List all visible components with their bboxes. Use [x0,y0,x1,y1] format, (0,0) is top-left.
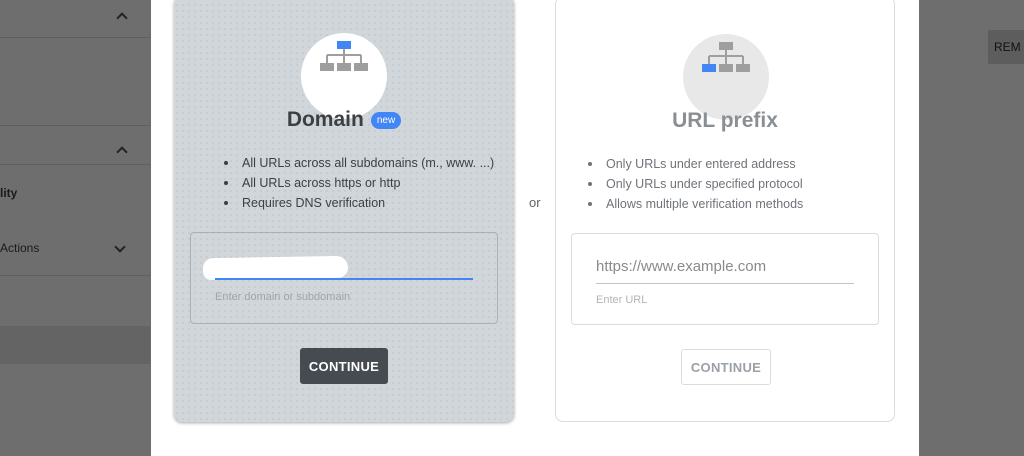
background-row-actions: Actions [0,230,150,276]
background-section-row [0,125,150,165]
sitemap-icon [320,41,368,71]
background-selected-row [0,326,150,364]
domain-feature-list: All URLs across all subdomains (m., www.… [222,153,494,213]
background-remove-button: REM [988,30,1024,64]
url-input[interactable]: https://www.example.com [596,258,766,275]
list-item: All URLs across https or http [222,173,494,193]
url-prefix-feature-list: Only URLs under entered address Only URL… [586,154,803,214]
url-prefix-icon-circle [683,34,769,120]
url-input-underline [596,283,854,284]
domain-title: Domain new [174,108,514,132]
redaction-mark [202,255,349,281]
background-row-label: lity [0,186,18,200]
domain-option-card[interactable]: Domain new All URLs across all subdomain… [174,0,514,422]
url-prefix-continue-button[interactable]: CONTINUE [681,349,771,385]
domain-input-box[interactable]: Enter domain or subdomain [190,232,498,324]
url-prefix-title: URL prefix [672,109,778,132]
list-item: Only URLs under specified protocol [586,174,803,194]
or-separator: or [529,195,541,210]
list-item: All URLs across all subdomains (m., www.… [222,153,494,173]
background-right-panel [919,0,1024,456]
add-property-dialog: Domain new All URLs across all subdomain… [151,0,919,456]
chevron-up-icon [116,146,128,158]
sitemap-icon [702,42,750,72]
list-item: Only URLs under entered address [586,154,803,174]
list-item: Allows multiple verification methods [586,194,803,214]
domain-input-underline [215,278,473,280]
chevron-up-icon [116,12,128,24]
background-sidebar: lity Actions [0,0,150,456]
domain-title-text: Domain [286,108,364,131]
chevron-down-icon [114,241,126,253]
background-section-row [0,0,150,38]
domain-continue-button[interactable]: CONTINUE [300,348,388,384]
new-badge: new [370,111,402,129]
url-input-box[interactable]: https://www.example.com Enter URL [571,233,879,325]
domain-input-hint: Enter domain or subdomain [215,291,351,303]
domain-icon-circle [301,33,387,119]
url-input-hint: Enter URL [596,294,648,306]
url-prefix-option-card[interactable]: URL prefix Only URLs under entered addre… [555,0,895,422]
list-item: Requires DNS verification [222,193,494,213]
